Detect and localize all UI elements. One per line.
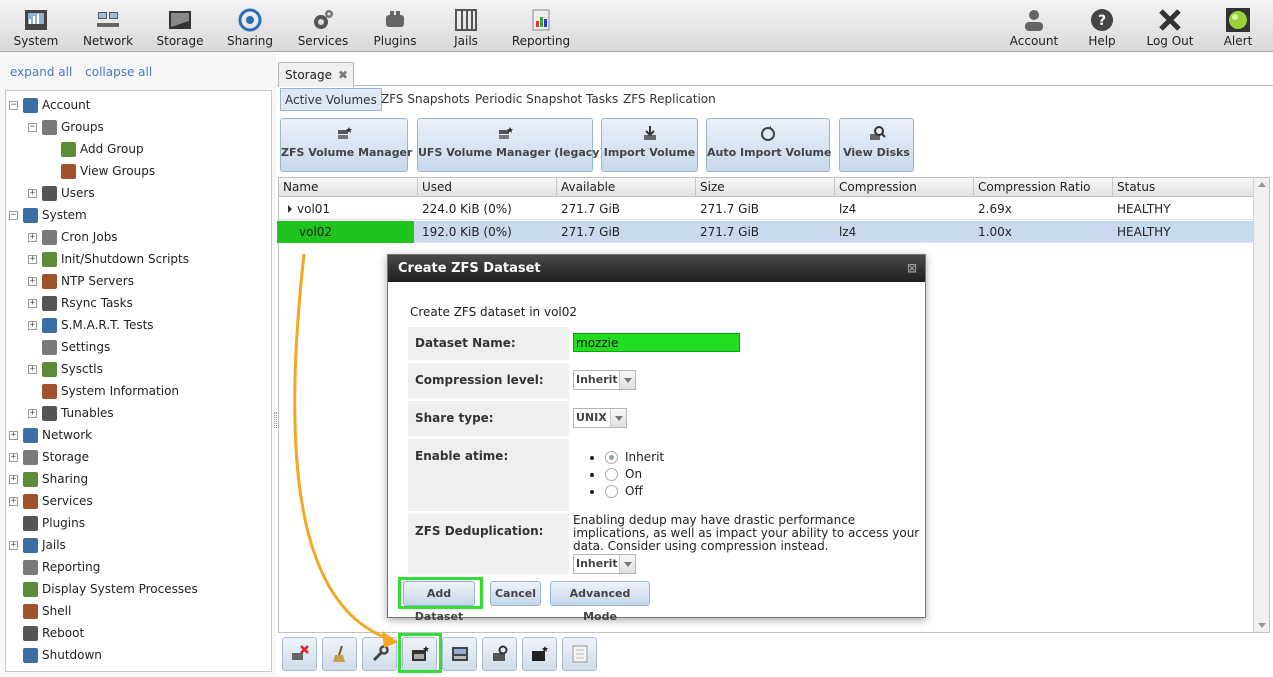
annotation-arrow (293, 253, 398, 648)
